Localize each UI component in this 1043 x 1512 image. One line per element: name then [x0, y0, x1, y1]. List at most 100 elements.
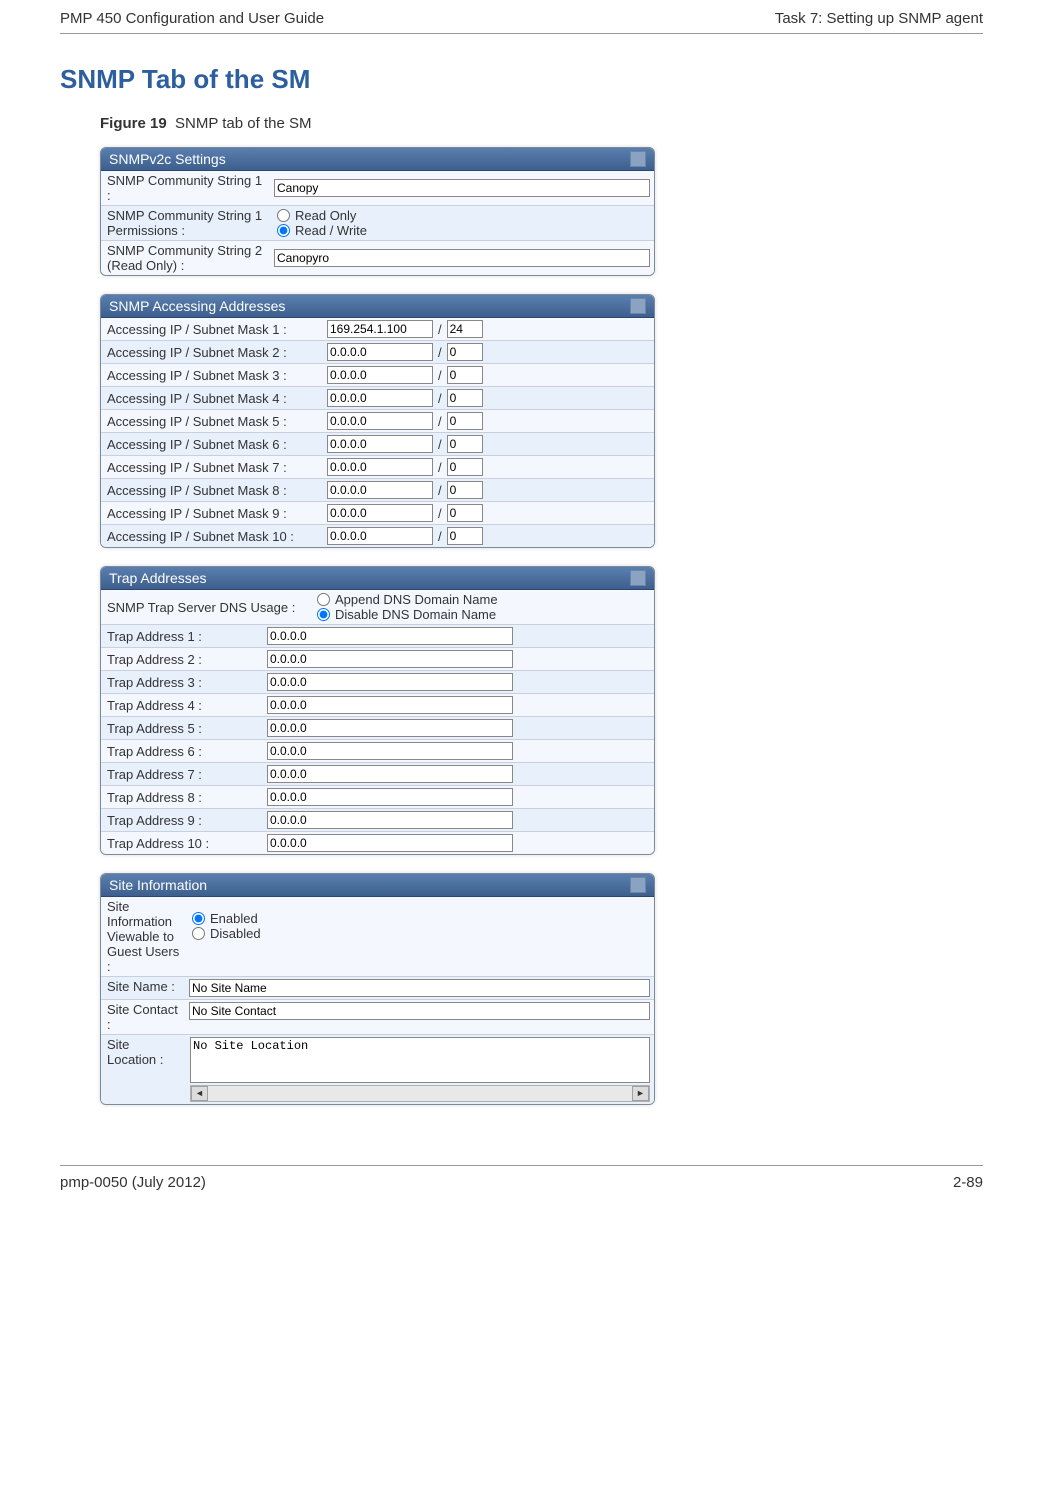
table-row: Trap Address 5 : — [101, 717, 654, 740]
mask-input[interactable] — [447, 366, 483, 384]
row-label: Trap Address 5 : — [101, 719, 263, 738]
table-row: Site Name : — [101, 977, 654, 1000]
mask-input[interactable] — [447, 504, 483, 522]
footer-right: 2-89 — [953, 1174, 983, 1191]
row-label: Site Location : — [101, 1035, 186, 1069]
table-row: Site Location :◄► — [101, 1035, 654, 1104]
trap-address-input[interactable] — [267, 834, 513, 852]
table-row: Accessing IP / Subnet Mask 3 :/ — [101, 364, 654, 387]
trap-address-input[interactable] — [267, 719, 513, 737]
radio-label: Disable DNS Domain Name — [335, 607, 496, 622]
row-label: SNMP Community String 2 (Read Only) : — [101, 241, 270, 275]
table-row: Accessing IP / Subnet Mask 9 :/ — [101, 502, 654, 525]
mask-input[interactable] — [447, 527, 483, 545]
row-label: SNMP Community String 1 Permissions : — [101, 206, 273, 240]
table-row: Site Contact : — [101, 1000, 654, 1035]
trap-address-input[interactable] — [267, 627, 513, 645]
mask-input[interactable] — [447, 458, 483, 476]
slash-separator: / — [435, 322, 445, 337]
scroll-arrow-left-icon[interactable]: ◄ — [191, 1086, 208, 1101]
radio-option[interactable] — [192, 912, 205, 925]
collapse-icon[interactable] — [630, 570, 646, 586]
trap-address-input[interactable] — [267, 650, 513, 668]
slash-separator: / — [435, 483, 445, 498]
mask-input[interactable] — [447, 343, 483, 361]
figure-caption: Figure 19 SNMP tab of the SM — [100, 115, 983, 132]
scroll-arrow-right-icon[interactable]: ► — [632, 1086, 649, 1101]
collapse-icon[interactable] — [630, 151, 646, 167]
slash-separator: / — [435, 345, 445, 360]
ip-input[interactable] — [327, 458, 433, 476]
row-label: SNMP Trap Server DNS Usage : — [101, 598, 313, 617]
text-input[interactable] — [274, 249, 650, 267]
row-label: Accessing IP / Subnet Mask 2 : — [101, 343, 323, 362]
trap-address-input[interactable] — [267, 696, 513, 714]
ip-input[interactable] — [327, 412, 433, 430]
mask-input[interactable] — [447, 481, 483, 499]
site-location-textarea[interactable] — [190, 1037, 650, 1083]
ip-input[interactable] — [327, 343, 433, 361]
panel-title: SNMP Accessing Addresses — [109, 298, 285, 314]
row-label: Trap Address 10 : — [101, 834, 263, 853]
ip-input[interactable] — [327, 389, 433, 407]
figure-number: Figure 19 — [100, 115, 167, 132]
horizontal-scrollbar[interactable]: ◄► — [190, 1085, 650, 1102]
row-label: Trap Address 4 : — [101, 696, 263, 715]
table-row: Accessing IP / Subnet Mask 10 :/ — [101, 525, 654, 547]
table-row: Trap Address 7 : — [101, 763, 654, 786]
text-input[interactable] — [189, 1002, 650, 1020]
snmpv2c-settings-panel: SNMPv2c Settings SNMP Community String 1… — [100, 147, 655, 276]
ip-input[interactable] — [327, 320, 433, 338]
radio-option[interactable] — [317, 593, 330, 606]
row-label: Accessing IP / Subnet Mask 9 : — [101, 504, 323, 523]
trap-address-input[interactable] — [267, 742, 513, 760]
text-input[interactable] — [189, 979, 650, 997]
ip-input[interactable] — [327, 504, 433, 522]
radio-label: Read / Write — [295, 223, 367, 238]
table-row: Trap Address 4 : — [101, 694, 654, 717]
ip-input[interactable] — [327, 435, 433, 453]
collapse-icon[interactable] — [630, 877, 646, 893]
row-label: Site Contact : — [101, 1000, 185, 1034]
text-input[interactable] — [274, 179, 650, 197]
slash-separator: / — [435, 460, 445, 475]
mask-input[interactable] — [447, 412, 483, 430]
slash-separator: / — [435, 529, 445, 544]
table-row: Trap Address 2 : — [101, 648, 654, 671]
mask-input[interactable] — [447, 320, 483, 338]
row-label: Accessing IP / Subnet Mask 3 : — [101, 366, 323, 385]
table-row: SNMP Community String 2 (Read Only) : — [101, 241, 654, 275]
site-information-panel: Site Information Site Information Viewab… — [100, 873, 655, 1105]
row-label: Trap Address 7 : — [101, 765, 263, 784]
mask-input[interactable] — [447, 389, 483, 407]
figure-text: SNMP tab of the SM — [175, 115, 311, 132]
radio-option[interactable] — [192, 927, 205, 940]
row-label: Accessing IP / Subnet Mask 5 : — [101, 412, 323, 431]
radio-option[interactable] — [317, 608, 330, 621]
radio-option[interactable] — [277, 224, 290, 237]
radio-label: Append DNS Domain Name — [335, 592, 498, 607]
ip-input[interactable] — [327, 366, 433, 384]
ip-input[interactable] — [327, 527, 433, 545]
row-label: Site Information Viewable to Guest Users… — [101, 897, 188, 976]
ip-input[interactable] — [327, 481, 433, 499]
collapse-icon[interactable] — [630, 298, 646, 314]
header-right: Task 7: Setting up SNMP agent — [775, 10, 983, 27]
radio-label: Disabled — [210, 926, 261, 941]
row-label: Accessing IP / Subnet Mask 7 : — [101, 458, 323, 477]
row-label: Trap Address 6 : — [101, 742, 263, 761]
panel-title: Trap Addresses — [109, 570, 207, 586]
trap-address-input[interactable] — [267, 811, 513, 829]
row-label: Accessing IP / Subnet Mask 1 : — [101, 320, 323, 339]
mask-input[interactable] — [447, 435, 483, 453]
panel-title: Site Information — [109, 877, 207, 893]
row-label: SNMP Community String 1 : — [101, 171, 270, 205]
trap-address-input[interactable] — [267, 673, 513, 691]
radio-label: Enabled — [210, 911, 258, 926]
table-row: Trap Address 1 : — [101, 625, 654, 648]
table-row: Accessing IP / Subnet Mask 1 : / — [101, 318, 654, 341]
trap-address-input[interactable] — [267, 765, 513, 783]
table-row: Trap Address 8 : — [101, 786, 654, 809]
radio-option[interactable] — [277, 209, 290, 222]
trap-address-input[interactable] — [267, 788, 513, 806]
